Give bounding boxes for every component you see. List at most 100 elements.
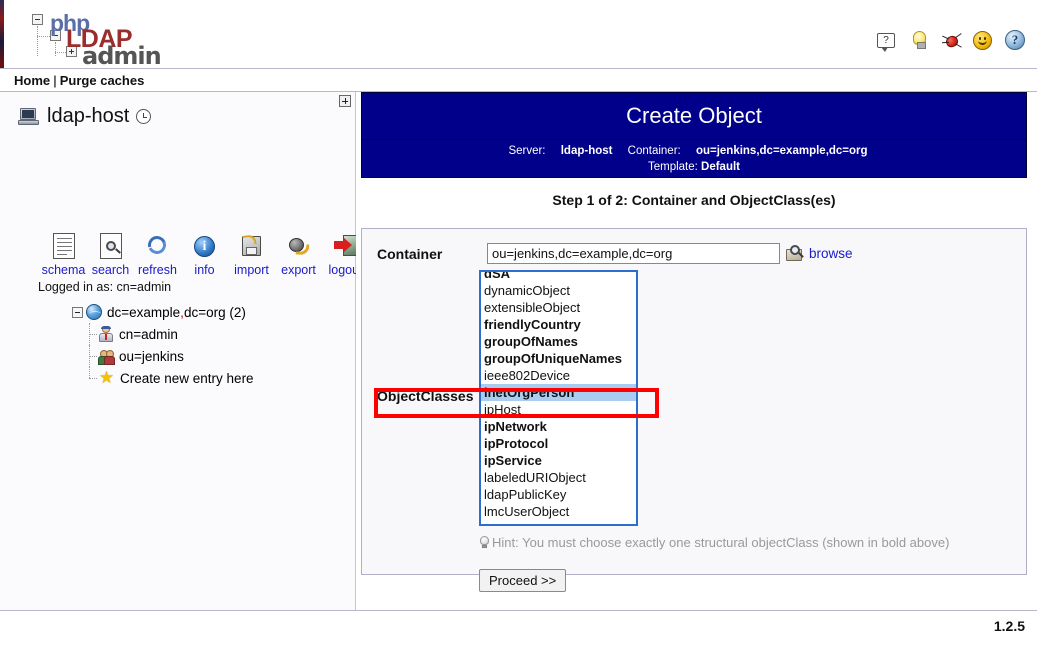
container-field-label: Container [377,246,487,262]
objectclass-option[interactable]: ipNetwork [481,418,636,435]
import-icon [240,234,263,258]
sidebar: ldap-host schema search refresh [0,92,356,610]
template-value: Default [701,161,740,173]
tree-node-create-new-entry[interactable]: ★ Create new entry here [86,367,254,389]
server-label: Server: [508,145,545,157]
server-value: ldap-host [561,145,613,157]
browse-label: browse [809,246,853,261]
objectclass-option[interactable]: dSA [481,270,636,282]
main-panel: Create Object Server: ldap-host Containe… [356,92,1037,610]
logo-dot-dash-2 [55,52,66,53]
objectclass-option[interactable]: labeledURIObject [481,469,636,486]
logo-tree-minus-1-icon [32,14,43,25]
tree-connector [86,367,98,389]
objectclass-option[interactable]: lmcUserObject [481,503,636,520]
tooltip-icon[interactable]: ? [877,30,899,52]
objectclass-option[interactable]: ipProtocol [481,435,636,452]
browse-icon [786,245,806,263]
info-icon: i [194,236,215,257]
objectclass-option[interactable]: friendlyCountry [481,316,636,333]
container-label: Container: [628,145,681,157]
sidebar-tool-search-label: search [87,263,134,277]
sidebar-tool-import[interactable]: import [228,230,275,277]
tree-node-cn-admin-label: cn=admin [119,327,178,342]
objectclass-option[interactable]: groupOfUniqueNames [481,350,636,367]
clock-icon [136,109,151,124]
version-label: 1.2.5 [994,618,1025,634]
sidebar-expand-button[interactable] [339,95,351,107]
search-icon [100,233,122,259]
sidebar-tool-search[interactable]: search [87,230,134,277]
tree-node-cn-admin[interactable]: cn=admin [86,323,254,345]
sidebar-tool-refresh[interactable]: refresh [134,230,181,277]
tree-node-create-new-entry-label: Create new entry here [120,371,254,386]
sidebar-tool-export[interactable]: export [275,230,322,277]
sidebar-tool-schema-label: schema [40,263,87,277]
objectclass-option[interactable]: dynamicObject [481,282,636,299]
sidebar-tool-schema[interactable]: schema [40,230,87,277]
sidebar-tool-info-label: info [181,263,228,277]
sidebar-host-name[interactable]: ldap-host [47,105,129,128]
logo-dot-dash-1 [37,36,50,37]
smiley-icon[interactable] [973,30,995,52]
objectclass-option[interactable]: inetOrgPerson [481,384,636,401]
bug-icon[interactable] [941,30,963,52]
sidebar-tool-export-label: export [275,263,322,277]
header-icon-bar: ? ? [877,30,1027,52]
objectclasses-list: dSAdynamicObjectextensibleObjectfriendly… [481,270,636,520]
hint-text: Hint: You must choose exactly one struct… [492,534,949,551]
footer-separator [0,610,1037,611]
objectclasses-listbox[interactable]: dSAdynamicObjectextensibleObjectfriendly… [479,270,638,526]
tree-collapse-handle-icon[interactable] [72,307,83,318]
lightbulb-icon[interactable] [909,30,931,52]
app-logo: php LDAP admin [16,8,336,68]
sidebar-tool-info[interactable]: i info [181,230,228,277]
objectclass-option[interactable]: groupOfNames [481,333,636,350]
breadcrumb-bar: Home|Purge caches [0,68,1037,92]
group-icon [98,348,114,364]
tree-node-ou-jenkins-label: ou=jenkins [119,349,184,364]
tree-connector [86,345,98,367]
star-icon: ★ [98,370,115,387]
objectclass-option[interactable]: ldapPublicKey [481,486,636,503]
server-icon [18,108,40,126]
sidebar-host-header: ldap-host [18,105,151,128]
globe-icon [86,304,102,320]
sidebar-tool-import-label: import [228,263,275,277]
page-title: Create Object [361,92,1027,140]
container-field-row: Container browse [377,243,853,264]
hint-row: Hint: You must choose exactly one struct… [479,534,959,551]
template-label: Template: [648,161,698,173]
export-icon [287,234,311,258]
objectclass-option[interactable]: ipHost [481,401,636,418]
tree-node-ou-jenkins[interactable]: ou=jenkins [86,345,254,367]
help-icon[interactable]: ? [1005,30,1027,52]
context-bar: Server: ldap-host Container: ou=jenkins,… [361,140,1027,178]
hint-lightbulb-icon [479,536,490,549]
schema-icon [53,233,75,259]
tree-node-root[interactable]: dc=example,dc=org (2) [72,301,254,323]
create-object-form: Container browse ObjectClasses dSAdynami… [361,228,1027,575]
logout-icon [334,235,358,257]
container-input[interactable] [487,243,780,264]
logo-dot-line-1 [37,26,38,56]
sidebar-toolbar: schema search refresh i info [40,230,369,277]
nav-separator: | [53,73,57,88]
nav-home-link[interactable]: Home [14,73,50,88]
logged-in-as-text: Logged in as: cn=admin [38,280,171,294]
logo-dot-line-2 [55,42,56,56]
page-root: php LDAP admin ? ? Home|Purg [0,0,1037,668]
container-value: ou=jenkins,dc=example,dc=org [696,145,868,157]
sidebar-tool-refresh-label: refresh [134,263,181,277]
refresh-icon [146,234,170,258]
objectclass-option[interactable]: ipService [481,452,636,469]
objectclass-option[interactable]: ieee802Device [481,367,636,384]
nav-purge-caches-link[interactable]: Purge caches [60,73,145,88]
objectclass-option[interactable]: extensibleObject [481,299,636,316]
proceed-button[interactable]: Proceed >> [479,569,566,592]
objectclasses-label: ObjectClasses [377,388,474,404]
step-title: Step 1 of 2: Container and ObjectClass(e… [361,192,1027,208]
tree-root-label-post: dc=org (2) [184,305,246,320]
browse-button[interactable]: browse [786,245,853,263]
person-icon [98,326,114,342]
